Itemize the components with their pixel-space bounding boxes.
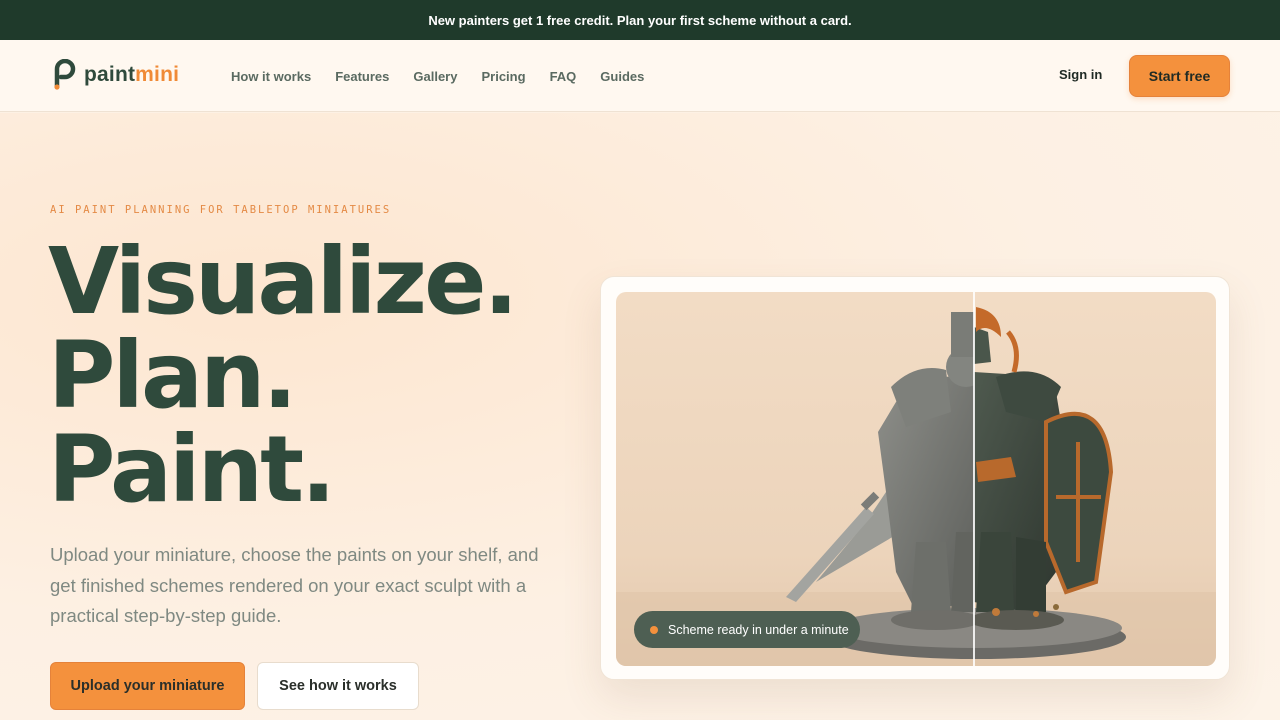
nav-link-pricing[interactable]: Pricing (481, 69, 525, 84)
logo[interactable]: paintmini (52, 59, 179, 91)
see-how-it-works-button[interactable]: See how it works (257, 662, 419, 710)
nav-link-gallery[interactable]: Gallery (413, 69, 457, 84)
miniature-comparison-image[interactable]: Scheme ready in under a minute (616, 292, 1216, 666)
brand-name: paintmini (84, 63, 180, 86)
hero-headline: Visualize. Plan. Paint. (48, 228, 518, 523)
headline-line-1: Visualize. (48, 228, 518, 335)
logo-icon (54, 59, 76, 90)
hero-eyebrow: AI PAINT PLANNING FOR TABLETOP MINIATURE… (50, 204, 392, 216)
nav-link-faq[interactable]: FAQ (550, 69, 577, 84)
scheme-ready-badge: Scheme ready in under a minute (634, 611, 860, 648)
announcement-text: New painters get 1 free credit. Plan you… (428, 12, 852, 28)
preview-card: Scheme ready in under a minute (600, 276, 1230, 680)
nav-links: How it works Features Gallery Pricing FA… (231, 40, 644, 112)
announcement-bar: New painters get 1 free credit. Plan you… (0, 0, 1280, 40)
headline-line-3: Paint. (48, 416, 336, 523)
status-dot-icon (650, 625, 658, 634)
main-nav: paintmini How it works Features Gallery … (0, 40, 1280, 112)
sign-in-link[interactable]: Sign in (1059, 67, 1102, 82)
badge-text: Scheme ready in under a minute (668, 622, 849, 637)
miniature-illustration (616, 292, 1216, 666)
nav-link-guides[interactable]: Guides (600, 69, 644, 84)
hero-description: Upload your miniature, choose the paints… (50, 544, 539, 626)
nav-link-how-it-works[interactable]: How it works (231, 69, 311, 84)
start-free-button[interactable]: Start free (1129, 55, 1230, 97)
upload-miniature-button[interactable]: Upload your miniature (50, 662, 245, 710)
headline-line-2: Plan. (48, 322, 298, 429)
nav-link-features[interactable]: Features (335, 69, 389, 84)
